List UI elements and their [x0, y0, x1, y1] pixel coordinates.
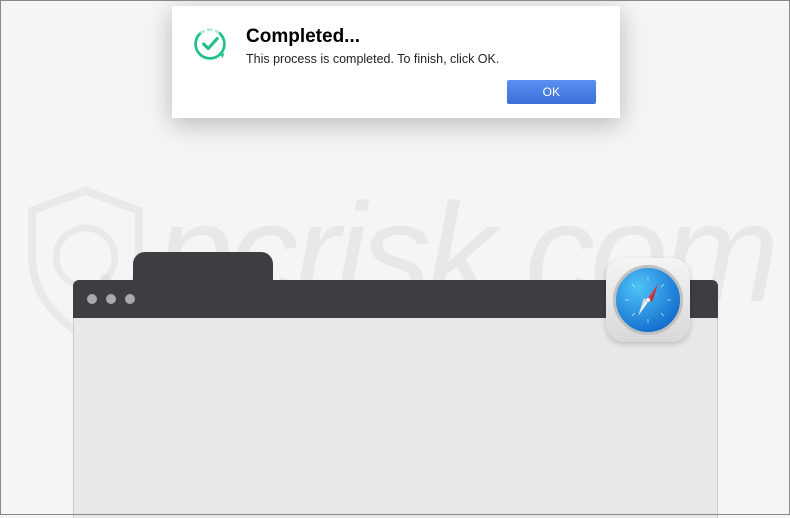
- dialog-button-row: OK: [192, 80, 596, 104]
- safari-icon[interactable]: [606, 258, 690, 342]
- ok-button[interactable]: OK: [507, 80, 596, 104]
- browser-viewport: [73, 318, 718, 518]
- dialog-title: Completed...: [246, 26, 596, 48]
- compass-icon: [613, 265, 683, 335]
- safari-icon-bg: [606, 258, 690, 342]
- completed-dialog: Completed... This process is completed. …: [172, 6, 620, 118]
- dialog-content: Completed... This process is completed. …: [192, 26, 596, 66]
- dialog-message: This process is completed. To finish, cl…: [246, 52, 596, 66]
- window-maximize-button[interactable]: [125, 294, 135, 304]
- browser-tab[interactable]: [133, 252, 273, 280]
- compass-needle-icon: [623, 275, 673, 325]
- dialog-text-area: Completed... This process is completed. …: [246, 26, 596, 66]
- traffic-lights: [87, 294, 135, 304]
- window-close-button[interactable]: [87, 294, 97, 304]
- completed-check-icon: [192, 26, 228, 62]
- window-minimize-button[interactable]: [106, 294, 116, 304]
